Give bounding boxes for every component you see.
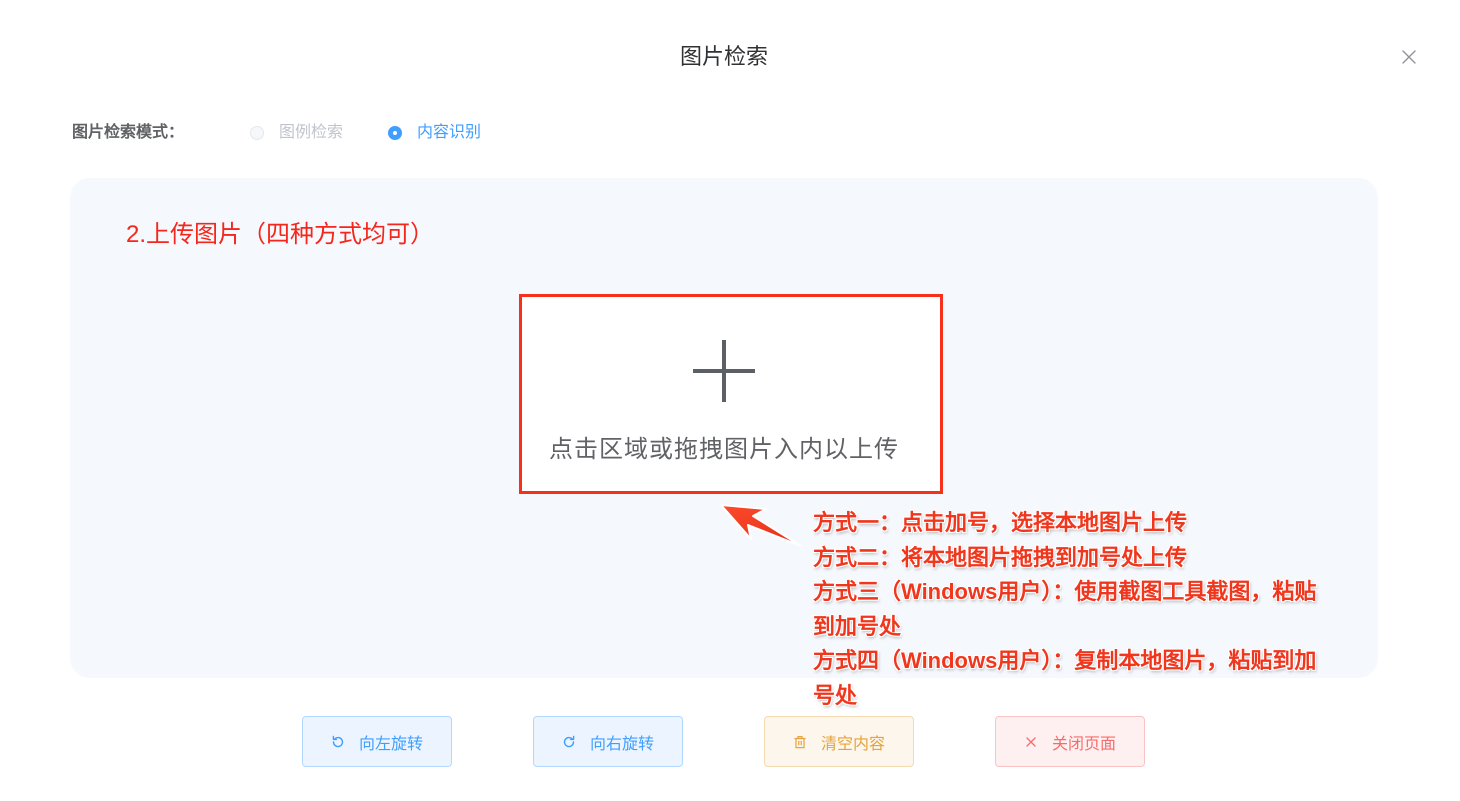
close-page-button[interactable]: 关闭页面 (995, 716, 1145, 767)
annotation-line: 方式一：点击加号，选择本地图片上传 (813, 510, 1188, 535)
radio-content-recognition[interactable]: 内容识别 (388, 122, 481, 144)
rotate-left-icon (332, 735, 344, 747)
annotation-line: 方式三（Windows用户）：使用截图工具截图，粘贴 (813, 579, 1317, 605)
dialog-title: 图片检索 (679, 44, 768, 69)
radio-circle[interactable] (250, 126, 264, 140)
annotation-line: 号处 (813, 682, 858, 708)
rotate-right-button[interactable]: 向右旋转 (533, 716, 683, 767)
upload-step-heading: 2.上传图片（四种方式均可） (126, 221, 435, 248)
rotate-right-icon (563, 735, 575, 747)
arrow-icon (720, 504, 802, 547)
button-label: 清空内容 (820, 735, 885, 753)
radio-label: 图例检索 (279, 124, 344, 141)
annotation-line: 方式二：将本地图片拖拽到加号处上传 (813, 544, 1188, 570)
button-label: 关闭页面 (1051, 735, 1116, 753)
upload-methods-annotation: 方式一：点击加号，选择本地图片上传 方式二：将本地图片拖拽到加号处上传 方式三（… (813, 506, 1316, 714)
annotation-line: 到加号处 (813, 613, 902, 639)
clear-content-button[interactable]: 清空内容 (764, 716, 914, 767)
trash-icon (794, 735, 806, 748)
radio-legend-search[interactable]: 图例检索 (250, 122, 343, 144)
close-icon (1026, 736, 1036, 747)
method-2: 方式二：将本地图片拖拽到加号处上传 (813, 541, 1316, 576)
radio-circle[interactable] (388, 126, 402, 140)
upload-hint: 点击区域或拖拽图片入内以上传 (549, 436, 899, 463)
upload-dropzone[interactable]: 点击区域或拖拽图片入内以上传 (519, 294, 943, 494)
rotate-left-button[interactable]: 向左旋转 (302, 716, 452, 767)
radio-label: 内容识别 (417, 124, 482, 141)
button-label: 向左旋转 (358, 735, 423, 753)
plus-icon[interactable] (692, 339, 756, 403)
method-1: 方式一：点击加号，选择本地图片上传 (813, 506, 1316, 541)
search-mode-label: 图片检索模式： (72, 124, 185, 141)
method-4: 方式四（Windows用户）：复制本地图片，粘贴到加 号处 (813, 644, 1316, 713)
close-icon[interactable] (1401, 49, 1417, 65)
action-buttons: 向左旋转 向右旋转 清空内容 关闭页面 (302, 716, 1145, 767)
method-3: 方式三（Windows用户）：使用截图工具截图，粘贴 到加号处 (813, 575, 1316, 644)
annotation-line: 方式四（Windows用户）：复制本地图片，粘贴到加 (813, 648, 1317, 674)
button-label: 向右旋转 (589, 735, 654, 753)
